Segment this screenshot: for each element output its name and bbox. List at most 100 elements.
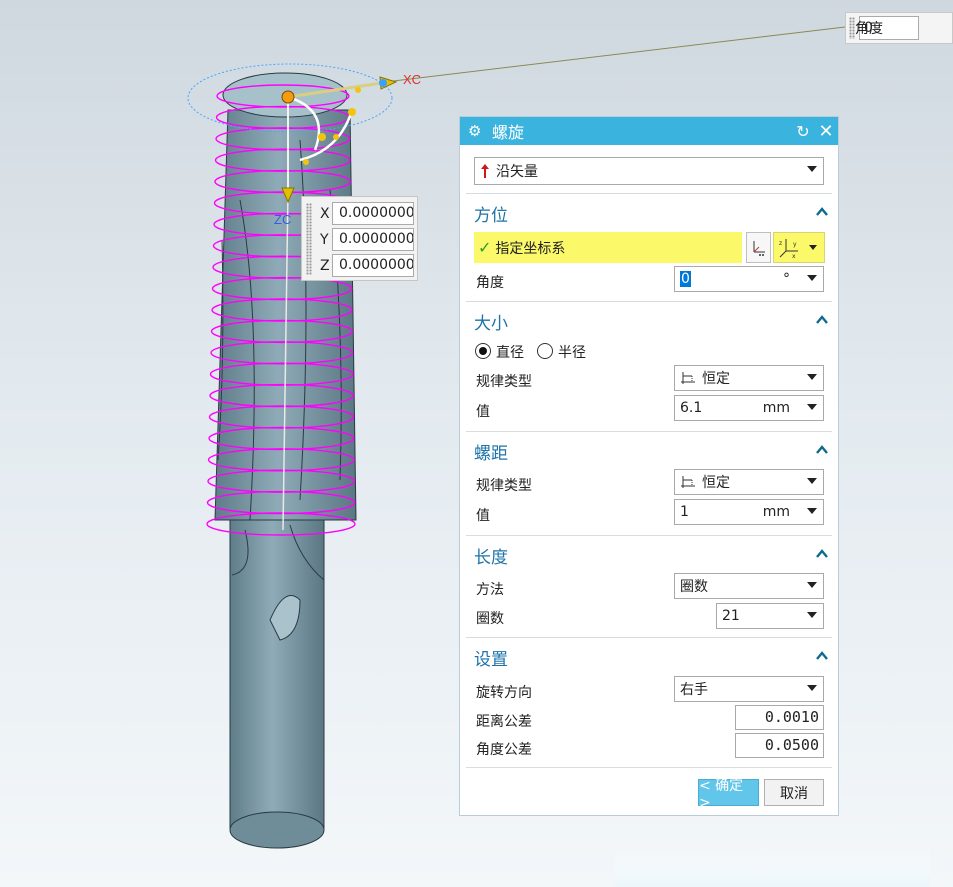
floating-angle-label: 角度 — [855, 21, 883, 37]
divider — [466, 767, 832, 768]
helix-type-value: 沿矢量 — [496, 164, 538, 180]
turns-label: 圈数 — [476, 611, 504, 627]
coord-z-field[interactable]: 0.0000000 — [332, 254, 414, 277]
coordinate-input-box[interactable]: X 0.0000000 Y 0.0000000 Z 0.0000000 — [301, 196, 418, 281]
pitch-unit: mm — [762, 504, 790, 520]
xc-axis-label: XC — [403, 72, 421, 87]
section-pitch-header[interactable]: 螺距 — [474, 439, 508, 464]
length-method-dropdown[interactable]: 圈数 — [674, 573, 824, 599]
coord-x-label: X — [320, 205, 330, 222]
angle-tolerance-input[interactable]: 0.0500 — [735, 733, 824, 758]
gear-icon[interactable]: ⚙ — [468, 122, 486, 140]
section-settings-header[interactable]: 设置 — [474, 645, 508, 670]
coord-x-field[interactable]: 0.0000000 — [332, 202, 414, 225]
csys-dialog-button[interactable] — [746, 232, 771, 263]
chevron-down-icon — [807, 508, 817, 514]
chevron-down-icon — [809, 245, 817, 250]
helix-dialog: ⚙ 螺旋 ↻ ✕ 沿矢量 方位 ✓ 指定坐标系 z yx 角度 0 ° 大小 直径… — [459, 116, 839, 816]
divider — [466, 431, 832, 432]
dialog-titlebar[interactable]: ⚙ 螺旋 ↻ ✕ — [460, 117, 838, 145]
orientation-angle-label: 角度 — [476, 275, 504, 291]
coord-row-y: Y 0.0000000 — [320, 228, 414, 251]
collapse-chevron-icon[interactable] — [816, 548, 828, 560]
size-value-input[interactable]: 6.1 mm — [674, 395, 824, 421]
constant-law-icon — [681, 476, 695, 488]
section-length-header[interactable]: 长度 — [474, 543, 508, 568]
pitch-law-type-dropdown[interactable]: 恒定 — [674, 469, 824, 495]
divider — [466, 535, 832, 536]
coord-z-label: Z — [320, 257, 330, 274]
size-unit: mm — [762, 400, 790, 416]
csys-triad-icon: z yx — [779, 238, 798, 259]
cancel-button[interactable]: 取消 — [764, 779, 824, 806]
pitch-law-type-value: 恒定 — [702, 475, 730, 491]
rotation-direction-value: 右手 — [680, 682, 708, 698]
svg-text:z: z — [779, 240, 782, 247]
csys-dialog-icon — [753, 240, 765, 256]
turns-input[interactable]: 21 — [716, 603, 824, 629]
radio-radius[interactable] — [537, 343, 553, 359]
bottom-glow — [615, 845, 930, 887]
divider — [466, 637, 832, 638]
size-law-type-dropdown[interactable]: 恒定 — [674, 365, 824, 391]
chevron-down-icon — [807, 404, 817, 410]
chevron-down-icon — [807, 685, 817, 691]
size-value-label: 值 — [476, 404, 490, 420]
pitch-value-label: 值 — [476, 508, 490, 524]
angle-leader-line — [384, 26, 846, 83]
vector-arrow-icon — [481, 164, 489, 178]
pitch-law-type-label: 规律类型 — [476, 478, 532, 494]
chevron-down-icon — [807, 478, 817, 484]
size-law-type-value: 恒定 — [702, 371, 730, 387]
coord-y-field[interactable]: 0.0000000 — [332, 228, 414, 251]
chevron-down-icon — [807, 582, 817, 588]
floating-angle-input[interactable]: 角度 0 — [845, 12, 953, 44]
turns-value[interactable]: 21 — [722, 608, 740, 624]
collapse-chevron-icon[interactable] — [816, 444, 828, 456]
length-method-label: 方法 — [476, 582, 504, 598]
chevron-down-icon — [807, 166, 817, 172]
drag-grip-icon[interactable] — [306, 203, 312, 275]
constant-law-icon — [681, 372, 695, 384]
radio-diameter[interactable] — [475, 343, 491, 359]
orientation-angle-value[interactable]: 0 — [680, 271, 691, 287]
orientation-angle-input[interactable]: 0 ° — [674, 266, 824, 292]
ok-button[interactable]: < 确定 > — [698, 778, 759, 811]
chevron-down-icon — [807, 374, 817, 380]
collapse-chevron-icon[interactable] — [816, 650, 828, 662]
length-method-value: 圈数 — [680, 579, 708, 595]
divider — [466, 301, 832, 302]
pitch-value[interactable]: 1 — [680, 504, 689, 520]
size-value[interactable]: 6.1 — [680, 400, 702, 416]
divider — [466, 193, 832, 194]
distance-tolerance-label: 距离公差 — [476, 714, 532, 730]
section-size-header[interactable]: 大小 — [474, 309, 508, 334]
collapse-chevron-icon[interactable] — [816, 314, 828, 326]
close-icon[interactable]: ✕ — [814, 121, 838, 142]
collapse-chevron-icon[interactable] — [816, 206, 828, 218]
specify-csys-label: 指定坐标系 — [495, 240, 566, 257]
reset-icon[interactable]: ↻ — [792, 122, 814, 141]
section-orientation-header[interactable]: 方位 — [474, 201, 508, 226]
coord-row-z: Z 0.0000000 — [320, 254, 414, 277]
distance-tolerance-input[interactable]: 0.0010 — [735, 705, 824, 730]
radio-diameter-label[interactable]: 直径 — [496, 342, 524, 362]
chevron-down-icon — [807, 612, 817, 618]
rotation-direction-dropdown[interactable]: 右手 — [674, 676, 824, 702]
zc-axis-label: ZC — [274, 212, 291, 227]
svg-text:y: y — [793, 241, 797, 248]
pitch-value-input[interactable]: 1 mm — [674, 499, 824, 525]
dialog-title: 螺旋 — [492, 123, 525, 142]
chevron-down-icon — [807, 275, 817, 281]
helix-type-dropdown[interactable]: 沿矢量 — [474, 157, 824, 185]
orientation-angle-unit: ° — [783, 271, 790, 287]
shank-body — [229, 520, 325, 849]
csys-inferred-button[interactable]: z yx — [773, 232, 825, 263]
svg-text:x: x — [792, 253, 796, 259]
radio-radius-label[interactable]: 半径 — [558, 342, 586, 362]
size-law-type-label: 规律类型 — [476, 374, 532, 390]
checkmark-icon: ✓ — [478, 238, 492, 257]
coord-y-label: Y — [320, 231, 329, 248]
specify-csys-row[interactable]: ✓ 指定坐标系 — [474, 232, 742, 263]
angle-tolerance-label: 角度公差 — [476, 742, 532, 758]
